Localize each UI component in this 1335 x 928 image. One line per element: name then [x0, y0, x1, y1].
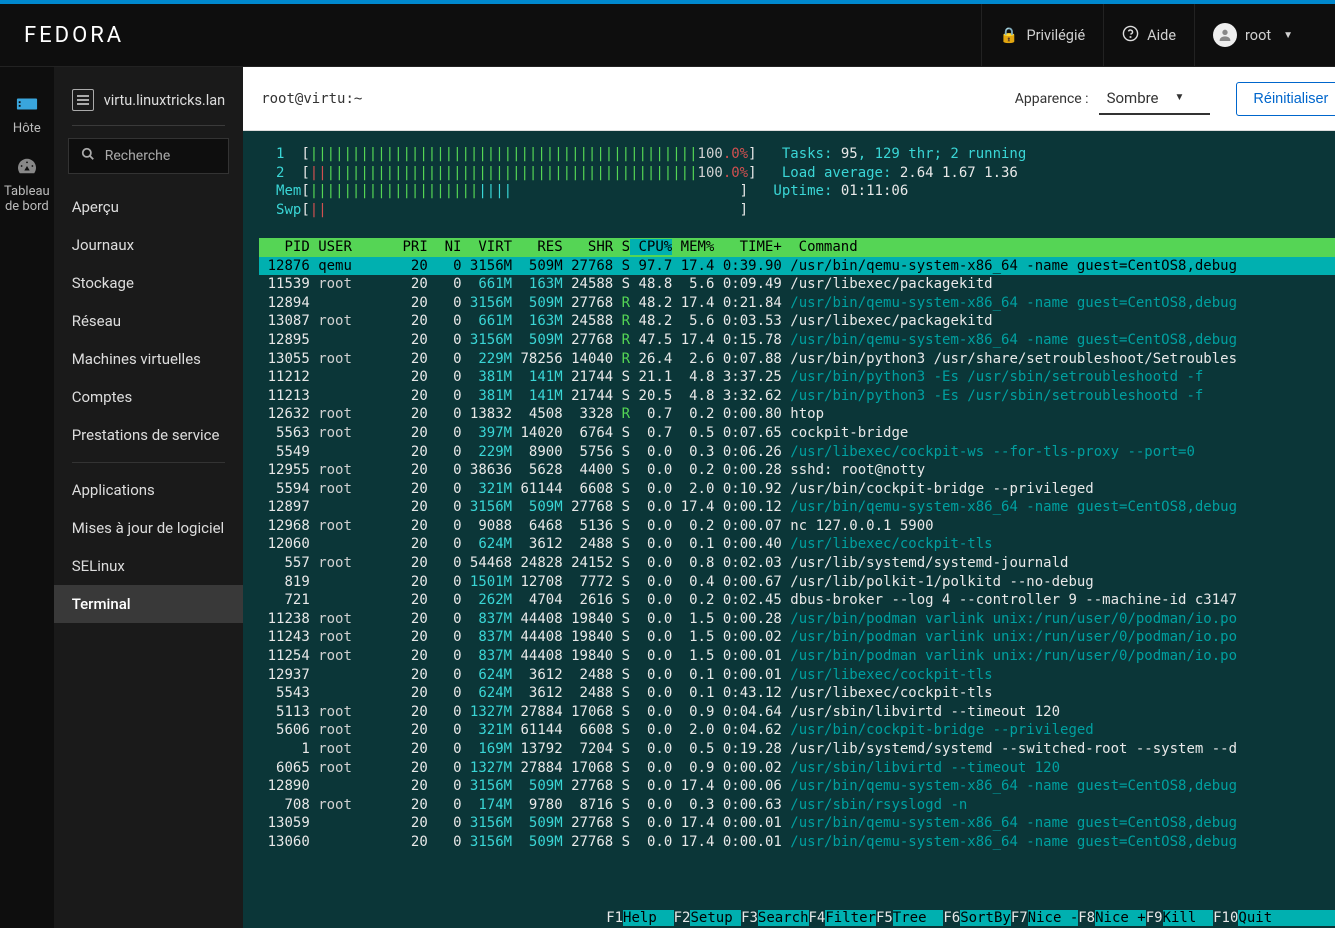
sidebar-item[interactable]: Comptes — [54, 378, 243, 416]
nav-dashboard-label: Tableau de bord — [4, 184, 50, 214]
sidebar-item[interactable]: Réseau — [54, 302, 243, 340]
sidebar-item[interactable]: Journaux — [54, 226, 243, 264]
masthead: FEDORA 🔒 Privilégié Aide root ▼ — [0, 4, 1335, 67]
htop-function-keys: F1Help F2Setup F3SearchF4FilterF5Tree F6… — [606, 909, 1335, 928]
nav-dashboard[interactable]: Tableau de bord — [0, 146, 54, 224]
sidebar-item[interactable]: Terminal — [54, 585, 243, 623]
search-input[interactable]: Recherche — [68, 138, 229, 174]
theme-value: Sombre — [1107, 89, 1159, 107]
dashboard-icon — [16, 156, 38, 180]
host-icon — [72, 89, 94, 111]
host-nav: virtu.linuxtricks.lan Recherche AperçuJo… — [54, 67, 243, 928]
help-button[interactable]: Aide — [1103, 4, 1194, 67]
server-icon — [16, 93, 38, 117]
sidebar-item[interactable]: SELinux — [54, 547, 243, 585]
sidebar-item[interactable]: Mises à jour de logiciel — [54, 509, 243, 547]
user-label: root — [1245, 27, 1271, 44]
terminal-toolbar: root@virtu:~ Apparence : Sombre ▼ Réinit… — [243, 67, 1335, 131]
caret-down-icon: ▼ — [1283, 30, 1293, 41]
logo: FEDORA — [24, 23, 981, 48]
avatar-icon — [1213, 23, 1237, 47]
nav-host[interactable]: Hôte — [0, 83, 54, 146]
help-label: Aide — [1147, 27, 1176, 44]
sidebar-item[interactable]: Aperçu — [54, 188, 243, 226]
help-icon — [1122, 25, 1139, 46]
search-placeholder: Recherche — [105, 148, 171, 164]
menu-separator — [72, 462, 225, 463]
caret-down-icon: ▼ — [1175, 92, 1185, 103]
main-content: root@virtu:~ Apparence : Sombre ▼ Réinit… — [243, 67, 1335, 928]
sidebar-item[interactable]: Stockage — [54, 264, 243, 302]
terminal-output[interactable]: 1 [|||||||||||||||||||||||||||||||||||||… — [243, 131, 1335, 928]
privileged-label: Privilégié — [1026, 27, 1085, 44]
theme-select[interactable]: Sombre ▼ — [1099, 83, 1211, 115]
divider — [72, 125, 225, 126]
host-selector[interactable]: virtu.linuxtricks.lan — [54, 79, 243, 125]
appearance-label: Apparence : — [1015, 91, 1089, 107]
hostname: virtu.linuxtricks.lan — [104, 92, 225, 109]
sidebar-item[interactable]: Machines virtuelles — [54, 340, 243, 378]
search-icon — [81, 147, 95, 165]
sidebar-item[interactable]: Prestations de service — [54, 416, 243, 454]
privileged-indicator[interactable]: 🔒 Privilégié — [981, 4, 1103, 67]
user-menu[interactable]: root ▼ — [1194, 4, 1311, 67]
sidebar-item[interactable]: Applications — [54, 471, 243, 509]
nav-host-label: Hôte — [13, 121, 41, 136]
lock-icon: 🔒 — [1000, 26, 1019, 44]
primary-nav: Hôte Tableau de bord — [0, 67, 54, 928]
terminal-title: root@virtu:~ — [261, 91, 1015, 107]
reset-button[interactable]: Réinitialiser — [1236, 82, 1335, 116]
